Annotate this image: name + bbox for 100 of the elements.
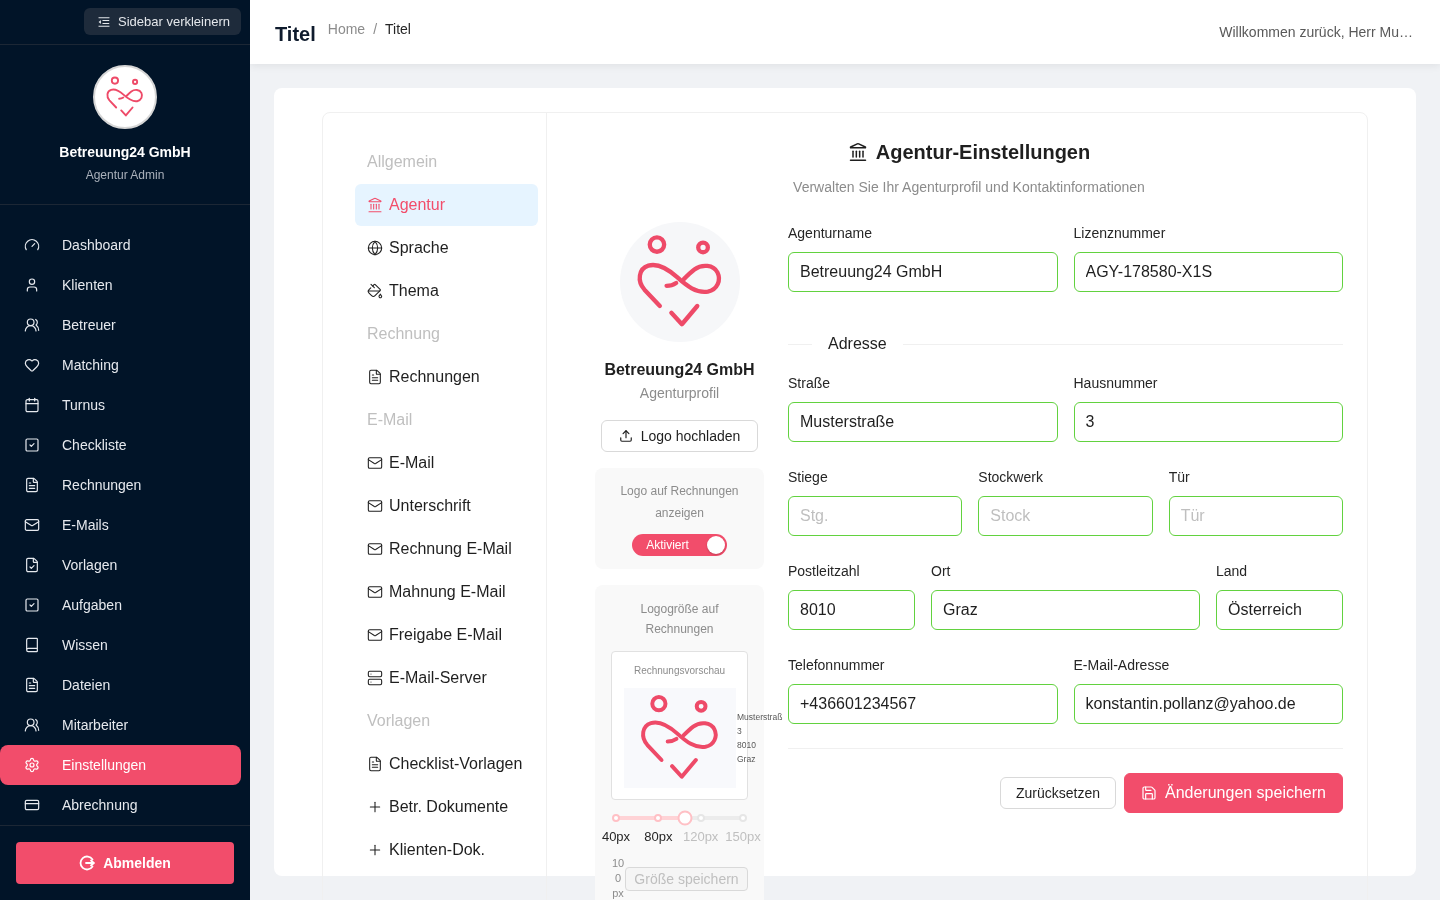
company-name: Betreuung24 GmbH [59,142,191,162]
document-check-icon [24,557,40,573]
sidebar-item[interactable]: Vorlagen [0,545,241,585]
sidebar-item[interactable]: Turnus [0,385,241,425]
field-label: Ort [931,562,952,581]
nav-item[interactable]: Thema [355,270,538,312]
nav-section-heading: Vorlagen [366,711,432,731]
sidebar-item[interactable]: Rechnungen [0,465,241,505]
nav-item[interactable]: Mahnung E-Mail [355,571,538,613]
save-icon [1141,785,1157,801]
reset-button[interactable]: Zurücksetzen [999,777,1116,809]
input-field[interactable]: konstantin.pollanz@yahoo.de [1073,684,1343,724]
input-field[interactable]: Betreuung24 GmbH [788,252,1058,292]
nav-item[interactable]: Betr. Dokumente [355,786,538,828]
nav-section-heading: E-Mail [366,410,414,430]
nav-item[interactable]: Rechnungen [355,356,538,398]
upload-logo-button[interactable]: Logo hochladen [601,420,758,452]
field-label: Lizenznummer [1073,224,1167,243]
slider-mark-label: 80px [644,829,673,845]
nav-item[interactable]: Checklist-Vorlagen [355,743,538,785]
field-label: Hausnummer [1073,374,1159,393]
sidebar-item[interactable]: Matching [0,345,241,385]
input-field[interactable]: AGY-178580-X1S [1073,252,1343,292]
nav-item[interactable]: Unterschrift [355,485,538,527]
sidebar-item[interactable]: Klienten [0,265,241,305]
address-heading: Adresse [827,334,888,354]
server-icon [367,670,383,686]
book-icon [24,637,40,653]
menu-fold-icon [97,14,111,29]
company-name: Betreuung24 GmbH [604,360,755,380]
sidebar-item[interactable]: E-Mails [0,505,241,545]
user-role: Agentur Admin [85,166,165,184]
slider-mark-label: 150px [725,829,761,845]
input-field[interactable]: 8010 [788,590,915,630]
slider-handle[interactable] [677,810,693,826]
welcome-text: Willkommen zurück, Herr Mu… [1219,24,1413,40]
input-field[interactable]: Graz [931,590,1200,630]
checkbox-icon [24,437,40,453]
sidebar-item[interactable]: Checkliste [0,425,241,465]
sidebar-item[interactable]: Dateien [0,665,241,705]
card-label: Logogröße auf Rechnungen [639,601,720,638]
breadcrumb-current: Titel [385,20,411,39]
preview-title: Rechnungsvorschau [632,664,727,678]
slider-dot-icon [654,814,663,822]
sidebar-item[interactable]: Mitarbeiter [0,705,241,745]
size-value: 100 px [611,856,625,900]
nav-item[interactable]: Sprache [355,227,538,269]
credit-card-icon [24,797,40,813]
upload-icon [618,429,633,443]
document-icon [367,369,383,385]
paint-bucket-icon [367,283,383,299]
nav-item[interactable]: Klienten-Dok. [355,829,538,871]
calendar-icon [24,397,40,413]
mail-icon [367,627,383,643]
mail-icon [367,498,383,514]
input-field[interactable]: Österreich [1216,590,1343,630]
mail-icon [367,541,383,557]
checkbox-icon [24,597,40,613]
document-icon [367,756,383,772]
sidebar-item[interactable]: Abrechnung [0,785,241,825]
globe-icon [367,240,383,256]
field-label: Land [1216,562,1249,581]
nav-section-heading: Allgemein [366,152,439,172]
field-label: Stiege [788,468,829,487]
nav-item[interactable]: Rechnung E-Mail [355,528,538,570]
input-field[interactable]: +436601234567 [788,684,1058,724]
field-label: Straße [788,374,831,393]
input-field[interactable]: Tür [1168,496,1343,536]
slider-mark-label: 40px [601,829,631,845]
sidebar-item[interactable]: Dashboard [0,225,241,265]
input-field[interactable]: 3 [1073,402,1343,442]
slider-dot-icon [739,814,747,822]
input-field[interactable]: Stock [978,496,1153,536]
nav-item[interactable]: E-Mail [355,442,538,484]
nav-item[interactable]: Freigabe E-Mail [355,614,538,656]
field-label: Telefonnummer [788,656,886,675]
mail-icon [367,584,383,600]
collapse-sidebar-button[interactable]: Sidebar verkleinern [84,8,241,36]
field-label: Stockwerk [978,468,1044,487]
sidebar-item[interactable]: Aufgaben [0,585,241,625]
logout-icon [79,855,96,871]
input-field[interactable]: Musterstraße [788,402,1058,442]
plus-icon [367,799,383,815]
section-title: Agentur-Einstellungen [847,138,1091,166]
settings-icon [24,757,40,773]
field-label: Postleitzahl [788,562,861,581]
document-icon [24,677,40,693]
profile-subtitle: Agenturprofil [639,384,720,403]
heart-icon [24,357,40,373]
users-icon [24,717,40,733]
plus-icon [367,842,383,858]
nav-item[interactable]: E-Mail-Server [355,657,538,699]
mail-icon [24,517,40,533]
field-label: Agenturname [788,224,874,243]
section-subtitle: Verwalten Sie Ihr Agenturprofil und Kontaktinformationen [793,178,1145,197]
slider-mark-label: 120px [682,829,719,845]
input-field[interactable]: Stg. [788,496,963,536]
sidebar-item[interactable]: Wissen [0,625,241,665]
toggle-knob-icon [707,536,725,554]
sidebar-item[interactable]: Betreuer [0,305,241,345]
